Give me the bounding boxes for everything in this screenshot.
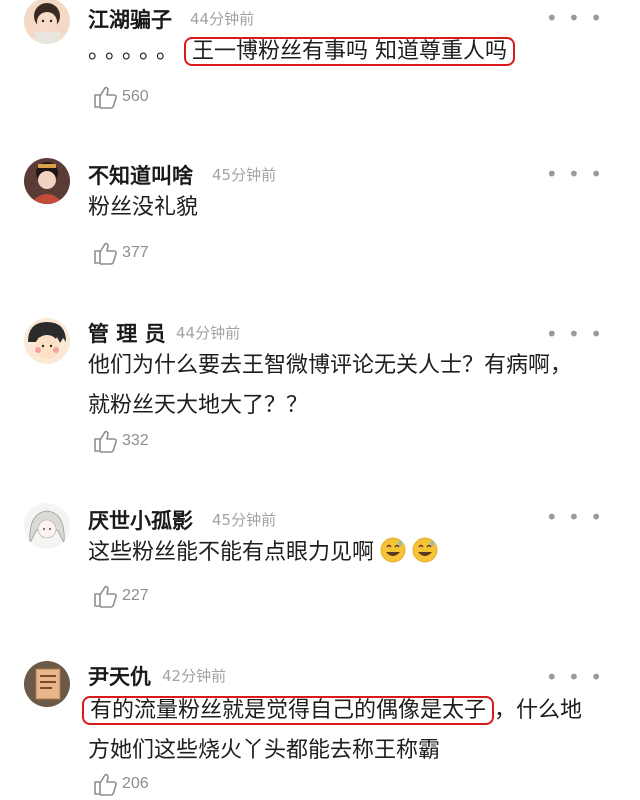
highlighted-text: 王一博粉丝有事吗 知道尊重人吗 [184, 37, 516, 66]
like-button[interactable]: 377 [92, 240, 149, 266]
like-button[interactable]: 227 [92, 583, 149, 609]
like-count: 560 [122, 88, 149, 105]
comment-suffix: ，什么地 [494, 698, 583, 723]
comment-line: 他们为什么要去王智微博评论无关人士？有病啊， [88, 353, 573, 378]
commenter-name[interactable]: 厌世小孤影 [88, 505, 193, 535]
comment-text: 有的流量粉丝就是觉得自己的偶像是太子 ，什么地 方她们这些烧火丫头都能去称王称霸 [82, 691, 622, 771]
comment-time: 44分钟前 [190, 10, 255, 28]
comment-text: 他们为什么要去王智微博评论无关人士？有病啊， 就粉丝天大地大了？？ [88, 346, 610, 426]
more-dots-icon[interactable]: • • • [546, 164, 604, 184]
more-dots-icon[interactable]: • • • [546, 8, 604, 28]
thumbs-up-icon [92, 583, 118, 609]
comment-item: 江湖骗子 44分钟前 • • • 。。。。。 王一博粉丝有事吗 知道尊重人吗 56… [0, 0, 640, 150]
like-button[interactable]: 332 [92, 428, 149, 454]
comment-line: 方她们这些烧火丫头都能去称王称霸 [88, 738, 441, 763]
girl-avatar[interactable] [24, 0, 70, 44]
comment-body: 这些粉丝能不能有点眼力见啊 [88, 540, 375, 565]
comment-line: 就粉丝天大地大了？？ [88, 393, 309, 418]
more-dots-icon[interactable]: • • • [546, 324, 604, 344]
cartoon-avatar[interactable] [24, 318, 70, 364]
commenter-name[interactable]: 不知道叫啥 [88, 160, 193, 190]
comment-body: 粉丝没礼貌 [88, 195, 199, 220]
commenter-name[interactable]: 管 理 员 [88, 318, 166, 348]
commenter-name[interactable]: 尹天仇 [88, 661, 151, 691]
sweat-smile-emoji [380, 537, 406, 563]
thumbs-up-icon [92, 428, 118, 454]
comment-text: 粉丝没礼貌 [88, 188, 610, 228]
comment-item: 管 理 员 44分钟前 • • • 他们为什么要去王智微博评论无关人士？有病啊，… [0, 310, 640, 490]
comment-item: 厌世小孤影 45分钟前 • • • 这些粉丝能不能有点眼力见啊 227 [0, 495, 640, 655]
anime-avatar[interactable] [24, 503, 70, 549]
like-count: 332 [122, 432, 149, 449]
like-count: 227 [122, 587, 149, 604]
comment-time: 45分钟前 [212, 511, 277, 529]
more-dots-icon[interactable]: • • • [546, 667, 604, 687]
comment-text: 。。。。。 王一博粉丝有事吗 知道尊重人吗 [88, 32, 610, 72]
like-count: 377 [122, 244, 149, 261]
more-dots-icon[interactable]: • • • [546, 507, 604, 527]
comment-item: 不知道叫啥 45分钟前 • • • 粉丝没礼貌 377 [0, 150, 640, 310]
highlighted-text: 有的流量粉丝就是觉得自己的偶像是太子 [82, 696, 495, 725]
comment-text: 这些粉丝能不能有点眼力见啊 [88, 533, 610, 573]
comment-prefix: 。。。。。 [88, 39, 185, 64]
comment-item: 尹天仇 42分钟前 • • • 有的流量粉丝就是觉得自己的偶像是太子 ，什么地 方… [0, 655, 640, 800]
comment-time: 42分钟前 [162, 667, 227, 685]
like-button[interactable]: 560 [92, 84, 149, 110]
thumbs-up-icon [92, 240, 118, 266]
comment-time: 44分钟前 [176, 324, 241, 342]
like-count: 206 [122, 775, 149, 792]
thumbs-up-icon [92, 84, 118, 110]
commenter-name[interactable]: 江湖骗子 [88, 4, 172, 34]
woman-avatar[interactable] [24, 158, 70, 204]
sweat-smile-emoji [412, 537, 438, 563]
like-button[interactable]: 206 [92, 771, 149, 797]
thumbs-up-icon [92, 771, 118, 797]
book-avatar[interactable] [24, 661, 70, 707]
comment-time: 45分钟前 [212, 166, 277, 184]
